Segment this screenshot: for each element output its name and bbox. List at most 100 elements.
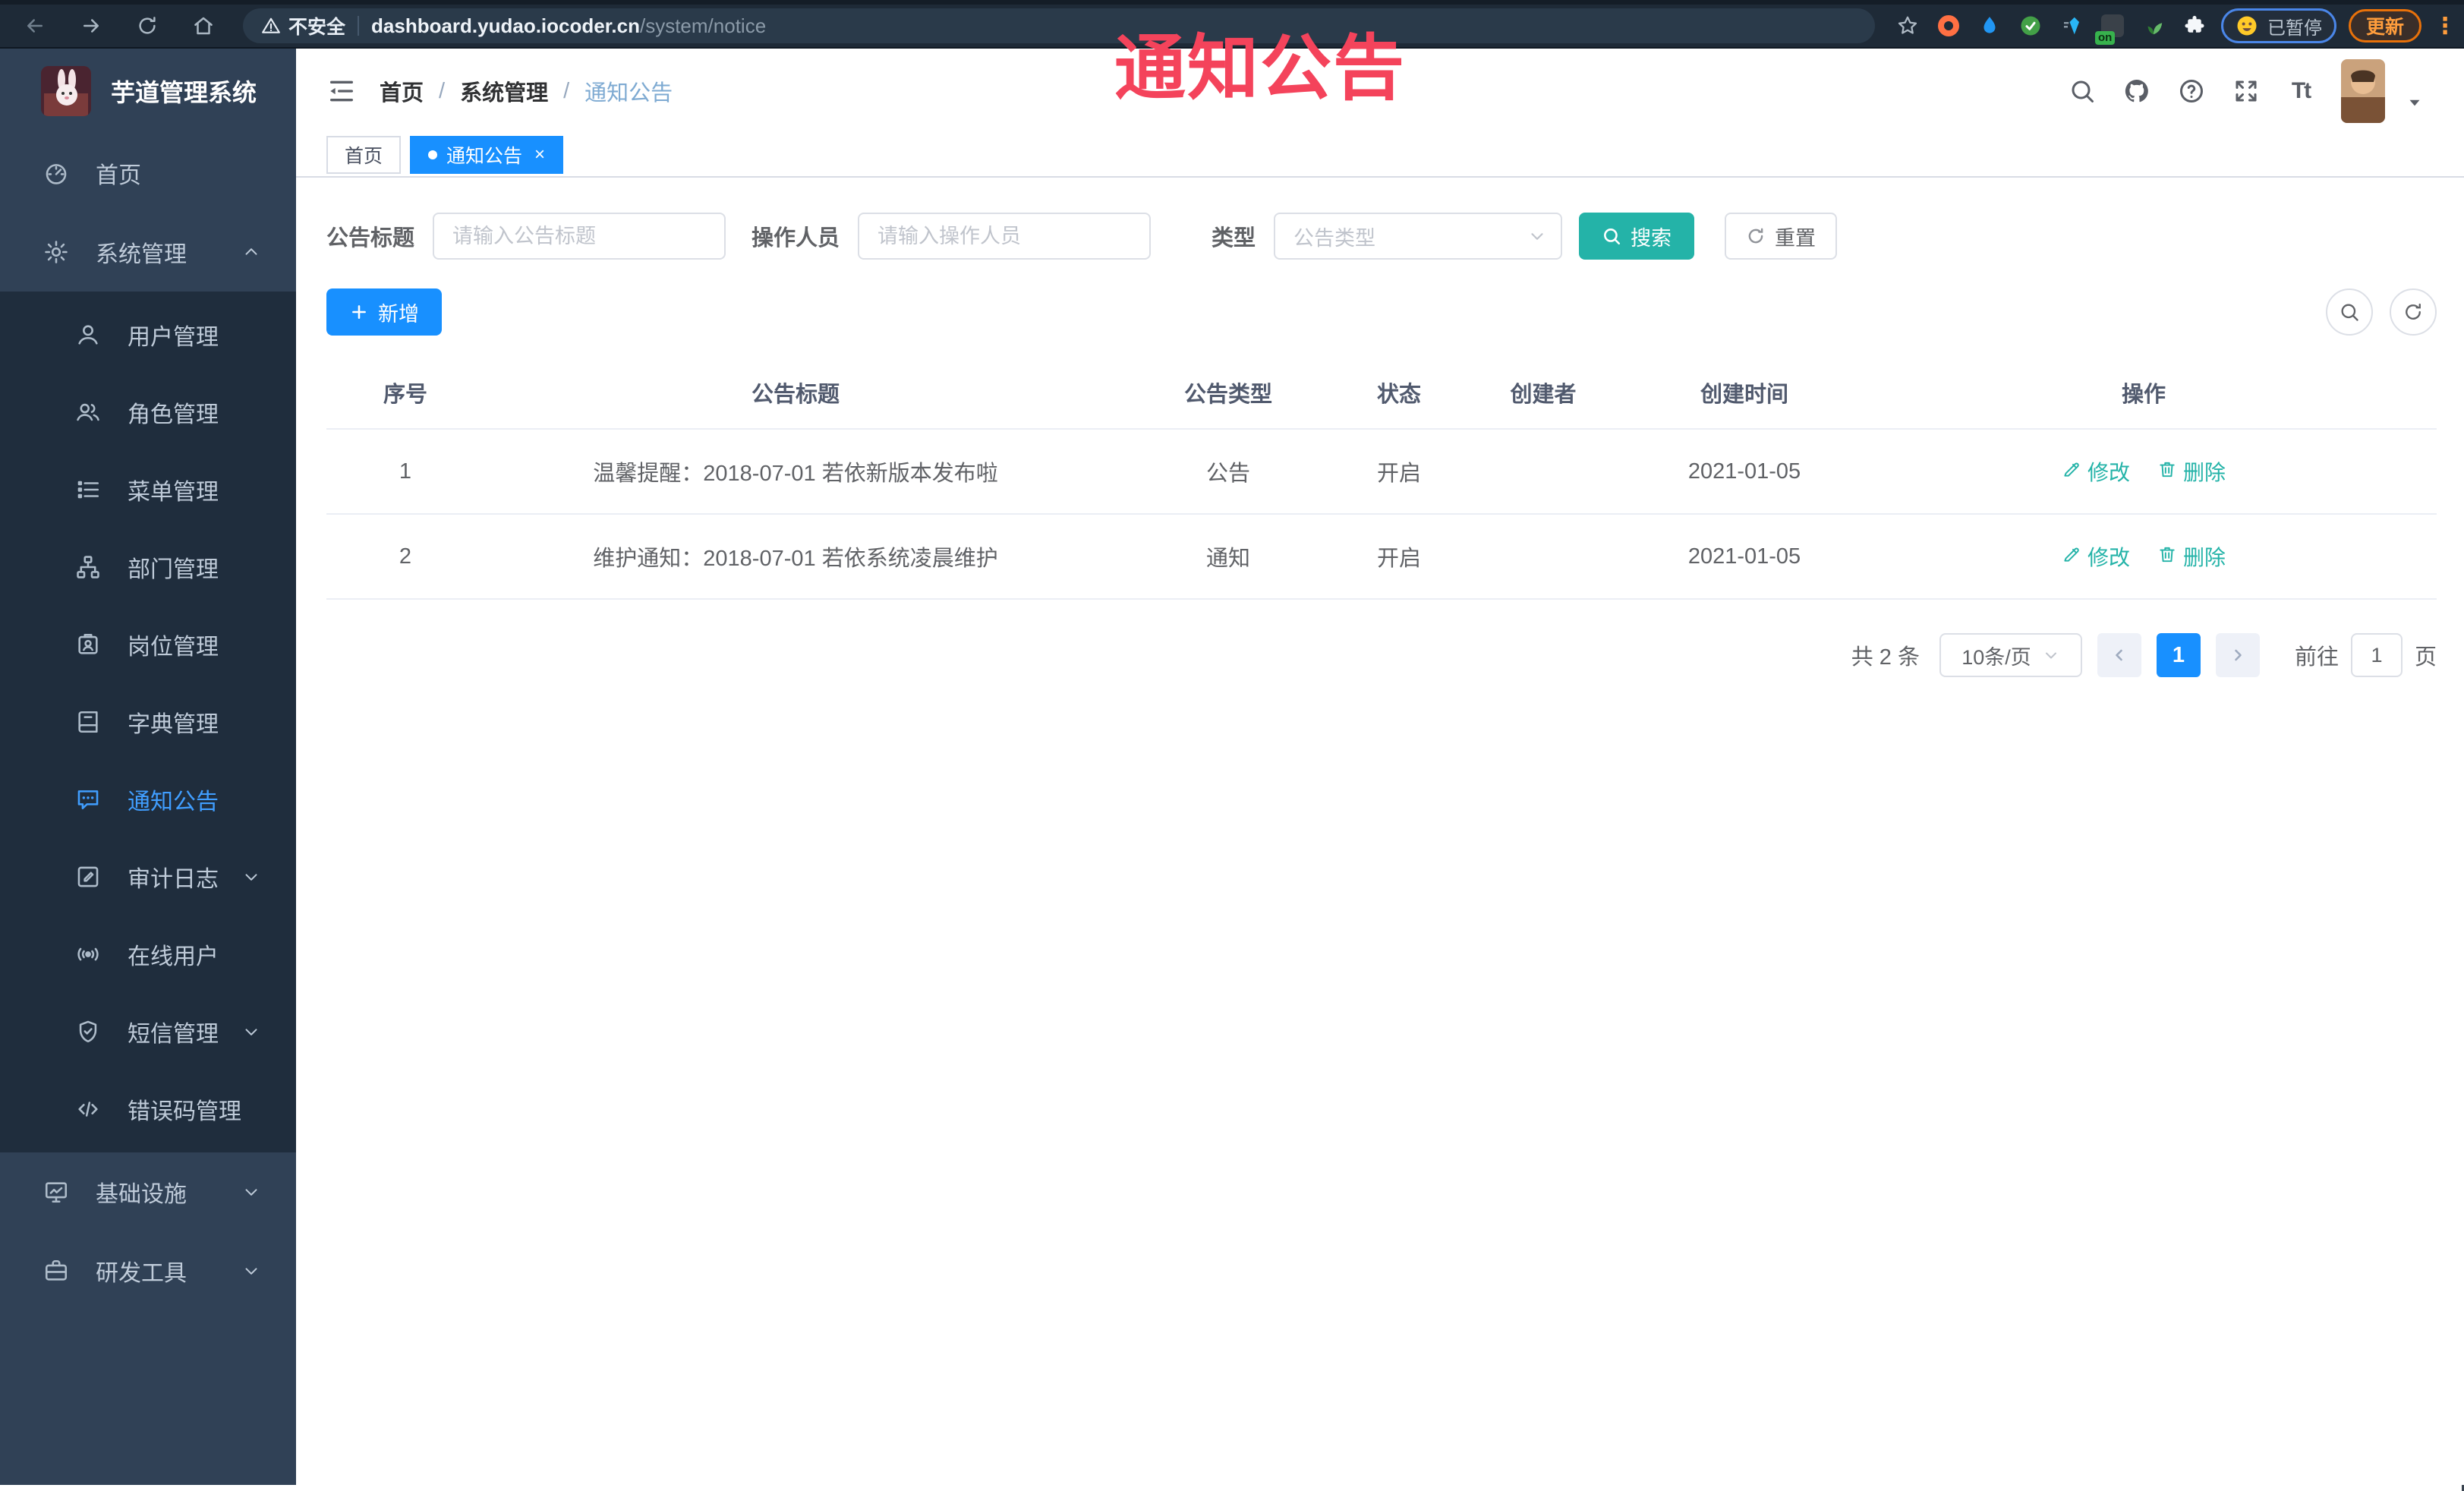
sidebar-item-dashboard[interactable]: 首页: [0, 134, 296, 213]
goto-page-input[interactable]: [2350, 633, 2403, 677]
tab-item[interactable]: 首页: [326, 136, 402, 174]
sidebar-item-book[interactable]: 字典管理: [0, 683, 296, 761]
search-button-label: 搜索: [1631, 226, 1672, 250]
sidebar-item-message[interactable]: 通知公告: [0, 761, 296, 838]
cell-status: 开启: [1350, 514, 1448, 600]
table-row: 2 维护通知：2018-07-01 若依系统凌晨维护 通知 开启 2021-01-05 修…: [326, 514, 2437, 600]
sidebar-toggle-icon[interactable]: [320, 70, 363, 112]
delete-link[interactable]: 删除: [2157, 456, 2226, 487]
prev-page-button[interactable]: [2097, 633, 2141, 677]
extension-leaf-icon[interactable]: [2139, 11, 2168, 40]
sidebar-item-gear[interactable]: 系统管理: [0, 213, 296, 292]
goto-page-group: 前往 页: [2295, 633, 2437, 677]
delete-link[interactable]: 删除: [2157, 541, 2226, 572]
extension-drop-icon[interactable]: [1975, 11, 2004, 40]
gear-icon: [43, 238, 70, 266]
sidebar-item-label: 菜单管理: [128, 480, 219, 505]
avatar-caret-icon[interactable]: [2405, 93, 2425, 112]
header-search-icon[interactable]: [2060, 69, 2104, 113]
extensions-puzzle-icon[interactable]: [2180, 11, 2209, 40]
breadcrumb-item[interactable]: 首页: [380, 75, 424, 107]
operator-input[interactable]: [858, 213, 1152, 260]
reset-button[interactable]: 重置: [1725, 213, 1838, 260]
trash-icon: [2157, 459, 2177, 484]
back-icon[interactable]: [20, 11, 50, 41]
refresh-table-button[interactable]: [2390, 288, 2437, 336]
search-button[interactable]: 搜索: [1579, 213, 1695, 260]
cell-actions: 修改 删除: [1851, 514, 2437, 600]
type-select[interactable]: 公告类型: [1274, 213, 1563, 260]
edit-link[interactable]: 修改: [2062, 541, 2130, 572]
sidebar-item-badge[interactable]: 岗位管理: [0, 606, 296, 683]
cell-creator: [1448, 514, 1638, 600]
sidebar: 芋道管理系统 首页 系统管理 用户管理 角色管理菜单管理部门管理 岗位管理 字典管理 通知公…: [0, 49, 296, 1485]
browser-extensions-area: on 已暂停 更新 ⋮: [1893, 8, 2456, 45]
notice-title-input[interactable]: [433, 213, 726, 260]
sidebar-item-chart[interactable]: 基础设施: [0, 1152, 296, 1231]
extension-gem-icon[interactable]: [2057, 11, 2086, 40]
sidebar-item-code[interactable]: 错误码管理: [0, 1070, 296, 1148]
warning-icon: [262, 17, 280, 33]
sidebar-item-label: 错误码管理: [128, 1099, 241, 1124]
extension-green-icon[interactable]: [2016, 11, 2045, 40]
browser-nav-buttons: [14, 11, 225, 41]
chevron-up-icon: [241, 242, 261, 262]
column-header: 创建时间: [1638, 355, 1851, 430]
security-warning[interactable]: 不安全: [261, 12, 345, 39]
reset-button-label: 重置: [1775, 226, 1816, 250]
add-button[interactable]: 新增: [326, 288, 442, 336]
cell-index: 1: [326, 429, 484, 515]
extension-tampermonkey-icon[interactable]: on: [2094, 11, 2127, 45]
extension-adblock-icon[interactable]: [1934, 11, 1963, 40]
page-unit-label: 页: [2414, 645, 2437, 670]
sidebar-item-label: 研发工具: [96, 1261, 187, 1286]
bookmark-star-icon[interactable]: [1893, 11, 1922, 40]
tab-active[interactable]: 通知公告 ×: [410, 136, 564, 174]
github-icon[interactable]: [2115, 69, 2159, 113]
edit-link[interactable]: 修改: [2062, 456, 2130, 487]
table-header-row: 序号 公告标题 公告类型 状态 创建者 创建时间 操作: [326, 355, 2437, 430]
notice-title-label: 公告标题: [326, 226, 415, 251]
sidebar-logo[interactable]: 芋道管理系统: [0, 49, 296, 134]
breadcrumb-item[interactable]: 系统管理: [460, 75, 548, 107]
sidebar-item-online[interactable]: 在线用户: [0, 916, 296, 993]
font-size-icon[interactable]: Tt: [2279, 69, 2323, 113]
forward-icon[interactable]: [76, 11, 106, 41]
help-icon[interactable]: [2169, 69, 2214, 113]
column-header: 序号: [326, 355, 484, 430]
column-header: 公告标题: [484, 355, 1107, 430]
user-avatar[interactable]: [2341, 59, 2385, 123]
sidebar-item-shield[interactable]: 短信管理: [0, 993, 296, 1070]
home-icon[interactable]: [188, 11, 219, 41]
profile-paused-badge[interactable]: 已暂停: [2220, 8, 2336, 43]
sidebar-item-label: 在线用户: [128, 944, 219, 969]
sidebar-item-orgtree[interactable]: 部门管理: [0, 528, 296, 606]
sidebar-item-menulist[interactable]: 菜单管理: [0, 451, 296, 528]
add-button-label: 新增: [378, 302, 419, 326]
shield-icon: [74, 1018, 102, 1045]
user-icon: [74, 321, 102, 348]
page-size-select[interactable]: 10条/页: [1939, 633, 2082, 677]
page-size-value: 10条/页: [1961, 645, 2031, 669]
page-1-button[interactable]: 1: [2156, 633, 2201, 677]
trash-icon: [2157, 544, 2177, 569]
address-bar[interactable]: 不安全 dashboard.yudao.iocoder.cn/system/no…: [243, 8, 1875, 43]
close-tab-icon[interactable]: ×: [534, 146, 545, 164]
refresh-icon[interactable]: [132, 11, 162, 41]
security-warning-label: 不安全: [288, 17, 346, 38]
toggle-search-button[interactable]: [2326, 288, 2373, 336]
fullscreen-icon[interactable]: [2224, 69, 2268, 113]
cell-actions: 修改 删除: [1851, 429, 2437, 515]
sidebar-item-tool[interactable]: 研发工具: [0, 1231, 296, 1310]
table-toolbar: 新增: [326, 288, 2437, 336]
tool-icon: [43, 1257, 70, 1285]
browser-menu-icon[interactable]: ⋮: [2434, 14, 2456, 37]
sidebar-item-user[interactable]: 用户管理: [0, 296, 296, 374]
chevron-right-icon: [2235, 649, 2242, 661]
sidebar-item-users[interactable]: 角色管理: [0, 374, 296, 451]
next-page-button[interactable]: [2215, 633, 2260, 677]
breadcrumb-item: 通知公告: [584, 81, 673, 106]
sidebar-item-log[interactable]: 审计日志: [0, 838, 296, 916]
cell-title: 维护通知：2018-07-01 若依系统凌晨维护: [484, 514, 1107, 600]
browser-update-button[interactable]: 更新: [2348, 9, 2421, 43]
